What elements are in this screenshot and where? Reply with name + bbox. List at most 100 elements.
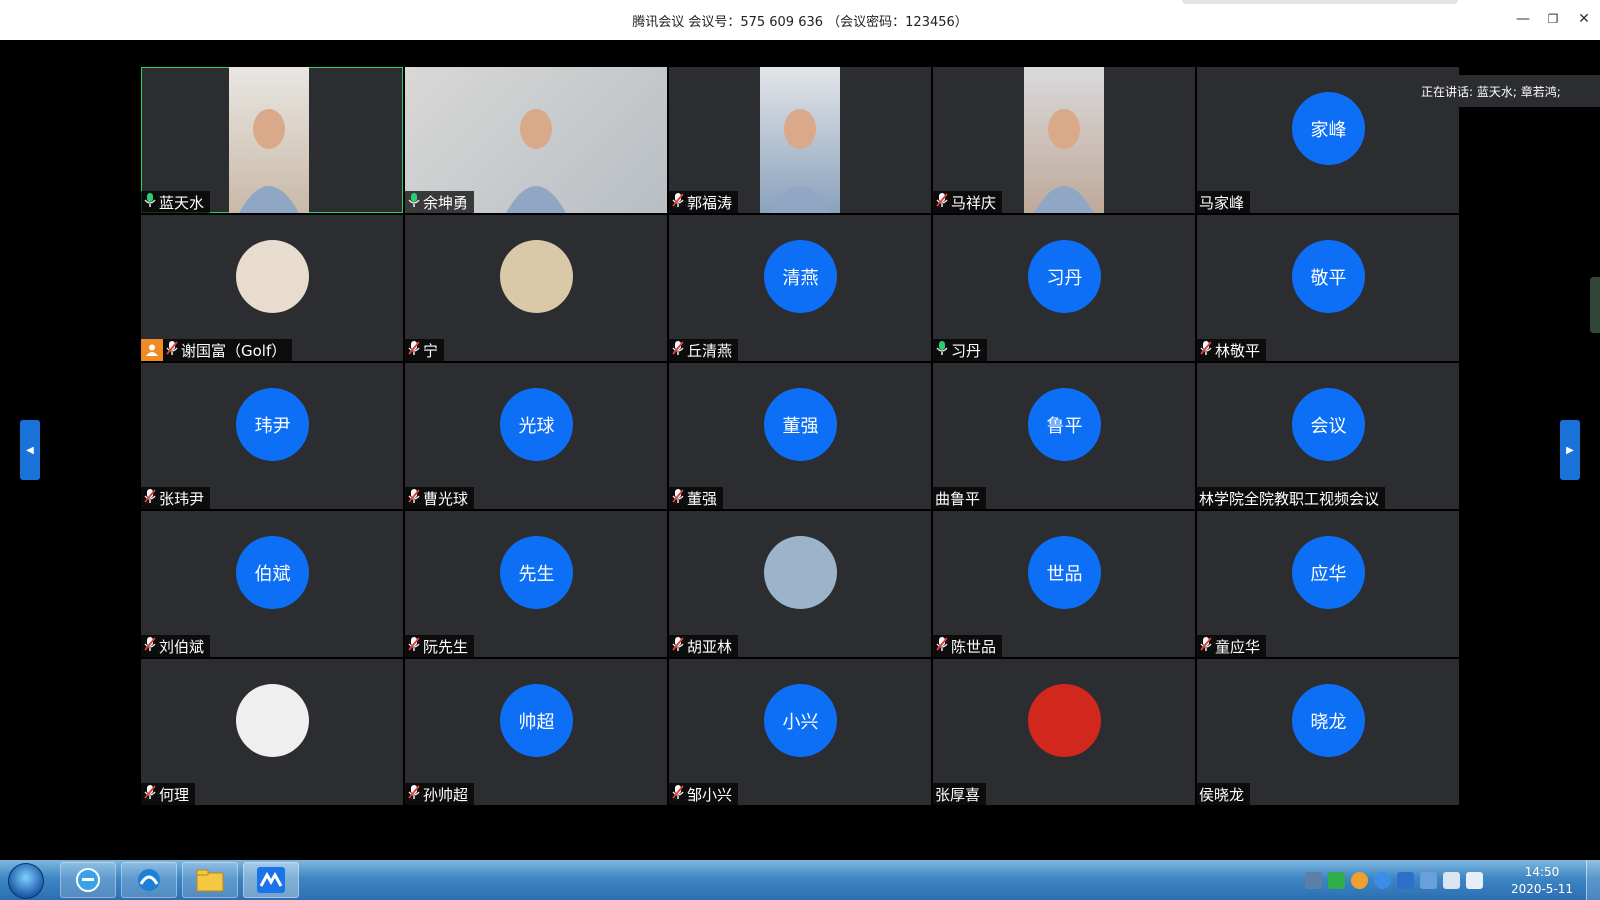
microphone-muted-icon [143, 488, 159, 508]
microphone-muted-icon [671, 340, 687, 360]
participant-tile[interactable]: 会议林学院全院教职工视频会议 [1197, 363, 1459, 509]
participant-tile[interactable]: 余坤勇 [405, 67, 667, 213]
participant-tile[interactable]: 清燕 丘清燕 [669, 215, 931, 361]
participant-name: 刘伯斌 [159, 637, 205, 656]
participant-name: 何理 [159, 785, 190, 804]
participant-avatar: 世品 [1028, 536, 1101, 609]
participant-tile[interactable]: 小兴 邹小兴 [669, 659, 931, 805]
qq-icon[interactable] [1351, 872, 1368, 889]
participant-name-bar: 林敬平 [1197, 339, 1267, 361]
next-page-button[interactable]: ▶ [1560, 420, 1580, 480]
participant-name: 习丹 [951, 341, 982, 360]
system-tray [1305, 872, 1483, 889]
clock-date: 2020-5-11 [1510, 882, 1574, 896]
participant-name-bar: 张厚喜 [933, 783, 987, 805]
volume-icon[interactable] [1466, 872, 1483, 889]
participant-tile[interactable]: 郭福涛 [669, 67, 931, 213]
participant-tile[interactable]: 伯斌 刘伯斌 [141, 511, 403, 657]
start-orb-icon[interactable] [8, 863, 44, 899]
participant-name-bar: 阮先生 [405, 635, 475, 657]
participant-name-bar: 林学院全院教职工视频会议 [1197, 487, 1386, 509]
participant-tile[interactable]: 应华 童应华 [1197, 511, 1459, 657]
microphone-muted-icon [671, 488, 687, 508]
participant-name-bar: 马家峰 [1197, 191, 1251, 213]
update-icon[interactable] [1420, 872, 1437, 889]
microphone-muted-icon [671, 784, 687, 804]
participant-name: 张玮尹 [159, 489, 205, 508]
participant-name: 孙帅超 [423, 785, 469, 804]
participant-name-bar: 习丹 [933, 339, 988, 361]
microphone-muted-icon [935, 192, 951, 212]
participant-name-bar: 张玮尹 [141, 487, 211, 509]
participant-video [760, 67, 840, 213]
participant-tile[interactable]: 光球曹光球 [405, 363, 667, 509]
side-panel-handle[interactable] [1590, 277, 1600, 333]
speaking-indicator: 正在讲话: 蓝天水; 章若鸿; [1409, 75, 1600, 107]
participant-tile[interactable]: 先生 阮先生 [405, 511, 667, 657]
internet-explorer-icon[interactable] [60, 862, 116, 898]
taskbar-clock[interactable]: 14:50 2020-5-11 [1507, 864, 1577, 898]
browser-icon[interactable] [121, 862, 177, 898]
microphone-muted-icon [407, 340, 423, 360]
participant-tile[interactable]: 董强 董强 [669, 363, 931, 509]
participant-tile[interactable]: 蓝天水 [141, 67, 403, 213]
microphone-muted-icon [1199, 340, 1215, 360]
participant-name: 邹小兴 [687, 785, 733, 804]
participant-tile[interactable]: 马祥庆 [933, 67, 1195, 213]
participant-name-bar: 侯晓龙 [1197, 783, 1251, 805]
participant-tile[interactable]: 世品陈世品 [933, 511, 1195, 657]
participant-name-bar: 邹小兴 [669, 783, 739, 805]
network-icon[interactable] [1443, 872, 1460, 889]
participant-name: 郭福涛 [687, 193, 733, 212]
microphone-muted-icon [407, 784, 423, 804]
participant-tile[interactable]: 玮尹 张玮尹 [141, 363, 403, 509]
show-desktop-button[interactable] [1586, 860, 1600, 900]
participant-tile[interactable]: 鲁平 曲鲁平 [933, 363, 1195, 509]
participant-name: 曹光球 [423, 489, 469, 508]
participant-photo-avatar [236, 684, 309, 757]
participant-tile[interactable]: 习丹 习丹 [933, 215, 1195, 361]
restore-button[interactable]: ❐ [1542, 8, 1564, 30]
participant-tile[interactable]: 宁 [405, 215, 667, 361]
participant-tile[interactable]: 谢国富（Golf） [141, 215, 403, 361]
minimize-button[interactable]: — [1512, 8, 1534, 30]
participant-video [229, 67, 309, 213]
participant-name: 阮先生 [423, 637, 469, 656]
participant-name-bar: 刘伯斌 [141, 635, 211, 657]
close-button[interactable]: ✕ [1573, 8, 1595, 30]
participant-name: 陈世品 [951, 637, 997, 656]
participant-avatar: 董强 [764, 388, 837, 461]
participant-name: 马家峰 [1199, 193, 1245, 212]
participant-name: 丘清燕 [687, 341, 733, 360]
participant-tile[interactable]: 晓龙 侯晓龙 [1197, 659, 1459, 805]
participant-tile[interactable]: 张厚喜 [933, 659, 1195, 805]
participant-video [1024, 67, 1104, 213]
participant-name: 胡亚林 [687, 637, 733, 656]
participant-name: 童应华 [1215, 637, 1261, 656]
participant-name-bar: 宁 [405, 339, 445, 361]
microphone-muted-icon [671, 636, 687, 656]
tencent-meeting-icon[interactable] [243, 862, 299, 898]
participant-avatar: 会议 [1292, 388, 1365, 461]
participant-name-bar: 马祥庆 [933, 191, 1003, 213]
clock-time: 14:50 [1524, 865, 1560, 879]
participant-name-bar: 陈世品 [933, 635, 1003, 657]
participant-name-bar: 丘清燕 [669, 339, 739, 361]
previous-page-button[interactable]: ◀ [20, 420, 40, 480]
participant-tile[interactable]: 胡亚林 [669, 511, 931, 657]
participant-tile[interactable]: 帅超 孙帅超 [405, 659, 667, 805]
participant-tile[interactable]: 敬平 林敬平 [1197, 215, 1459, 361]
microphone-muted-icon [671, 192, 687, 212]
participant-name: 张厚喜 [935, 785, 981, 804]
participant-name-bar: 蓝天水 [141, 191, 211, 213]
participant-avatar: 光球 [500, 388, 573, 461]
file-explorer-icon[interactable] [182, 862, 238, 898]
participant-name-bar: 郭福涛 [669, 191, 739, 213]
browser-tray-icon[interactable] [1374, 872, 1391, 889]
app-tray-icon[interactable] [1328, 872, 1345, 889]
participant-tile[interactable]: 何理 [141, 659, 403, 805]
keyboard-icon[interactable] [1305, 872, 1322, 889]
shield-icon[interactable] [1397, 872, 1414, 889]
participant-name-bar: 曹光球 [405, 487, 475, 509]
participant-name-bar: 曲鲁平 [933, 487, 987, 509]
